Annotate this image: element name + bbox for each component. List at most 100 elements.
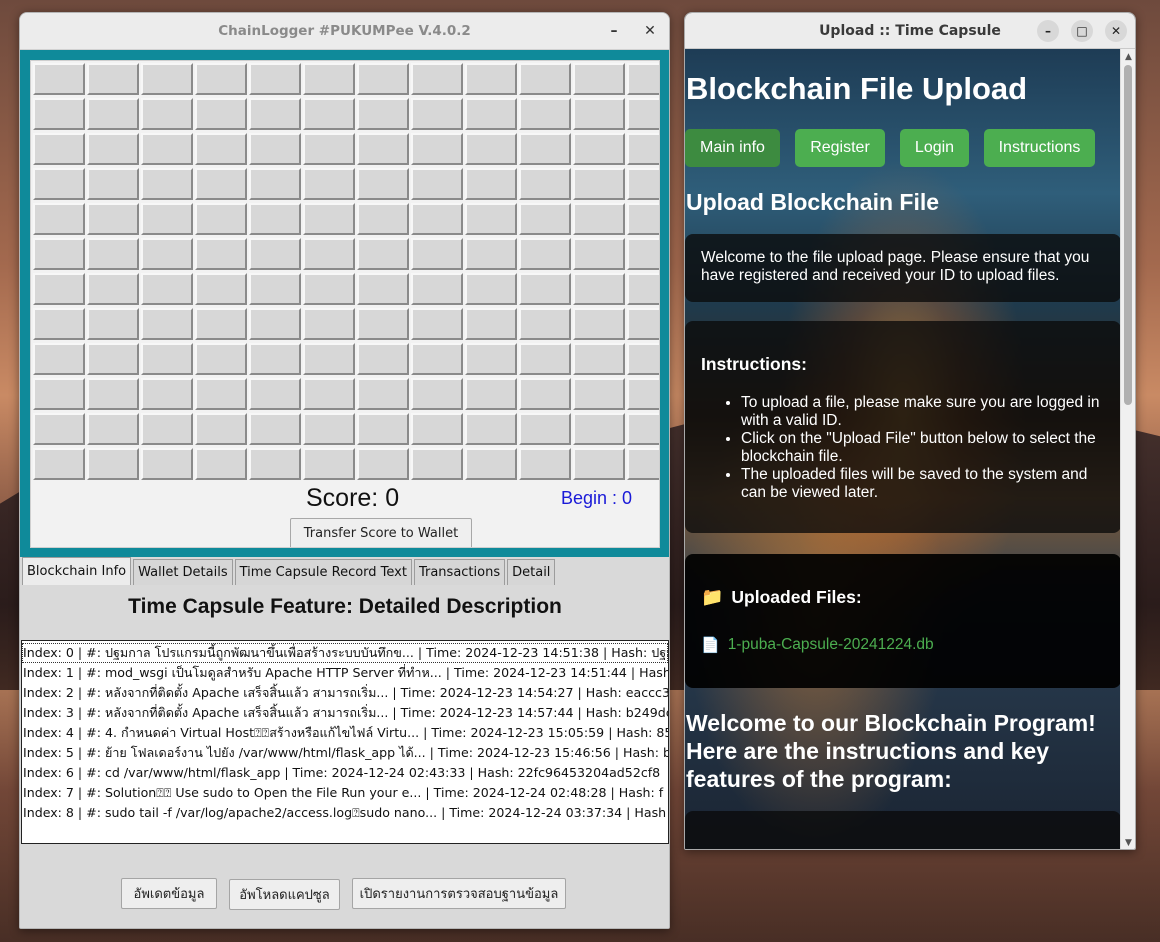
game-tile[interactable] xyxy=(249,133,301,165)
game-tile[interactable] xyxy=(303,273,355,305)
game-tile[interactable] xyxy=(195,63,247,95)
game-tile[interactable] xyxy=(141,343,193,375)
game-tile[interactable] xyxy=(411,203,463,235)
nav-register[interactable]: Register xyxy=(795,129,885,167)
game-tile[interactable] xyxy=(33,413,85,445)
game-tile[interactable] xyxy=(141,308,193,340)
game-tile[interactable] xyxy=(357,413,409,445)
game-tile[interactable] xyxy=(519,273,571,305)
game-tile[interactable] xyxy=(195,413,247,445)
game-tile[interactable] xyxy=(303,378,355,410)
game-tile[interactable] xyxy=(519,378,571,410)
game-tile[interactable] xyxy=(87,98,139,130)
chainlogger-titlebar[interactable]: ChainLogger #PUKUMPee V.4.0.2 – ✕ xyxy=(20,13,669,50)
game-tile[interactable] xyxy=(33,273,85,305)
game-tile[interactable] xyxy=(573,343,625,375)
log-entry[interactable]: Index: 2 | #: หลังจากที่ติดตั้ง Apache เ… xyxy=(22,683,668,703)
game-tile[interactable] xyxy=(627,343,659,375)
game-tile[interactable] xyxy=(411,413,463,445)
game-tile[interactable] xyxy=(87,63,139,95)
game-tile[interactable] xyxy=(195,378,247,410)
game-tile[interactable] xyxy=(195,238,247,270)
game-tile[interactable] xyxy=(519,308,571,340)
game-tile[interactable] xyxy=(573,273,625,305)
game-tile[interactable] xyxy=(357,63,409,95)
game-tile[interactable] xyxy=(357,448,409,480)
game-tile[interactable] xyxy=(411,98,463,130)
game-tile[interactable] xyxy=(141,448,193,480)
log-entry[interactable]: Index: 4 | #: 4. กำหนดค่า Virtual Host⍰⍰… xyxy=(22,723,668,743)
nav-main-info[interactable]: Main info xyxy=(685,129,780,167)
game-tile[interactable] xyxy=(519,448,571,480)
game-tile[interactable] xyxy=(33,168,85,200)
game-tile[interactable] xyxy=(627,413,659,445)
log-entry[interactable]: Index: 8 | #: sudo tail -f /var/log/apac… xyxy=(22,803,668,823)
close-button[interactable]: ✕ xyxy=(1105,20,1127,42)
tab-detail[interactable]: Detail xyxy=(507,559,556,585)
transfer-score-button[interactable]: Transfer Score to Wallet xyxy=(290,518,472,547)
tab-wallet-details[interactable]: Wallet Details xyxy=(133,559,233,585)
game-tile[interactable] xyxy=(249,378,301,410)
game-tile[interactable] xyxy=(465,98,517,130)
game-tile[interactable] xyxy=(519,168,571,200)
game-tile[interactable] xyxy=(87,133,139,165)
game-tile[interactable] xyxy=(87,238,139,270)
log-entry[interactable]: Index: 5 | #: ย้าย โฟลเดอร์งาน ไปยัง /va… xyxy=(22,743,668,763)
minimize-button[interactable]: – xyxy=(605,22,623,40)
minimize-button[interactable]: – xyxy=(1037,20,1059,42)
game-tile[interactable] xyxy=(141,413,193,445)
game-tile[interactable] xyxy=(627,238,659,270)
game-tile[interactable] xyxy=(33,98,85,130)
game-tile[interactable] xyxy=(357,238,409,270)
game-tile[interactable] xyxy=(519,98,571,130)
game-tile[interactable] xyxy=(249,343,301,375)
game-tile[interactable] xyxy=(303,63,355,95)
game-tile[interactable] xyxy=(411,168,463,200)
game-tile[interactable] xyxy=(573,413,625,445)
game-tile[interactable] xyxy=(87,343,139,375)
game-tile[interactable] xyxy=(627,63,659,95)
game-tile[interactable] xyxy=(573,63,625,95)
upload-capsule-button[interactable]: อัพโหลดแคปซูล xyxy=(229,879,340,910)
game-tile[interactable] xyxy=(141,203,193,235)
game-tile[interactable] xyxy=(195,168,247,200)
game-tile[interactable] xyxy=(411,308,463,340)
game-tile[interactable] xyxy=(87,203,139,235)
tab-blockchain-info[interactable]: Blockchain Info xyxy=(22,557,132,585)
game-tile[interactable] xyxy=(411,63,463,95)
game-tile[interactable] xyxy=(303,98,355,130)
game-tile[interactable] xyxy=(627,133,659,165)
game-tile[interactable] xyxy=(465,203,517,235)
upload-titlebar[interactable]: Upload :: Time Capsule – □ ✕ xyxy=(685,13,1135,49)
game-tile[interactable] xyxy=(627,378,659,410)
scroll-down-arrow-icon[interactable]: ▼ xyxy=(1121,836,1135,849)
game-tile[interactable] xyxy=(249,203,301,235)
game-tile[interactable] xyxy=(195,273,247,305)
game-tile[interactable] xyxy=(357,98,409,130)
game-tile[interactable] xyxy=(195,98,247,130)
game-tile[interactable] xyxy=(249,63,301,95)
game-tile[interactable] xyxy=(303,308,355,340)
game-tile[interactable] xyxy=(573,448,625,480)
game-tile[interactable] xyxy=(465,413,517,445)
game-tile[interactable] xyxy=(573,133,625,165)
nav-login[interactable]: Login xyxy=(900,129,969,167)
game-tile[interactable] xyxy=(87,448,139,480)
game-tile[interactable] xyxy=(303,133,355,165)
game-tile[interactable] xyxy=(195,133,247,165)
game-tile[interactable] xyxy=(87,308,139,340)
game-tile[interactable] xyxy=(465,448,517,480)
open-database-report-button[interactable]: เปิดรายงานการตรวจสอบฐานข้อมูล xyxy=(352,878,566,909)
game-tile[interactable] xyxy=(627,273,659,305)
log-entry[interactable]: Index: 3 | #: หลังจากที่ติดตั้ง Apache เ… xyxy=(22,703,668,723)
game-tile[interactable] xyxy=(411,343,463,375)
game-tile[interactable] xyxy=(465,378,517,410)
uploaded-file-link[interactable]: 📄 1-puba-Capsule-20241224.db xyxy=(701,636,1105,654)
game-tile[interactable] xyxy=(465,133,517,165)
log-entry[interactable]: Index: 1 | #: mod_wsgi เป็นโมดูลสำหรับ A… xyxy=(22,663,668,683)
game-tile[interactable] xyxy=(195,448,247,480)
game-tile[interactable] xyxy=(519,63,571,95)
game-tile[interactable] xyxy=(195,203,247,235)
game-tile[interactable] xyxy=(627,448,659,480)
nav-instructions[interactable]: Instructions xyxy=(984,129,1095,167)
